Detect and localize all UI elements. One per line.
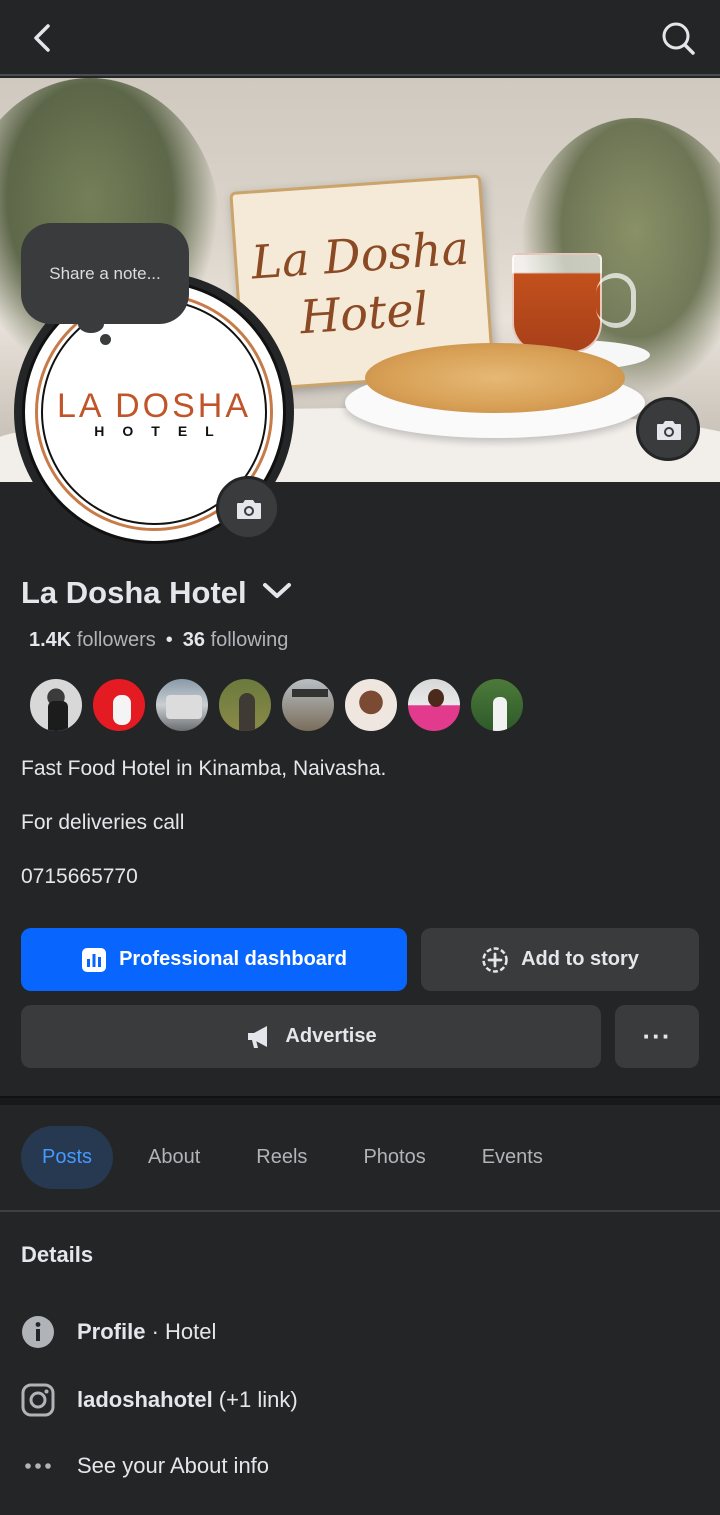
note-bubble-tail [78,315,104,333]
search-icon[interactable] [658,18,698,58]
cover-cup-handle [596,273,636,328]
instagram-extra-links: (+1 link) [212,1387,298,1412]
follower-avatar[interactable] [343,677,399,733]
followers-link[interactable]: 1.4K followers [29,629,156,651]
add-story-icon [482,946,508,973]
info-icon [21,1315,55,1349]
follower-avatar[interactable] [406,677,462,733]
following-label: following [210,629,289,651]
follower-avatar[interactable] [91,677,147,733]
detail-row-about[interactable]: See your About info [21,1449,269,1483]
instagram-icon [21,1383,55,1417]
megaphone-icon [248,1025,268,1048]
detail-row-profile: Profile · Hotel [21,1315,216,1349]
more-options-button[interactable]: ··· [615,1005,699,1068]
followers-label: followers [76,629,156,651]
chevron-down-icon[interactable] [261,580,293,607]
avatar-camera-button[interactable] [216,476,280,540]
following-link[interactable]: 36 following [183,629,289,651]
back-arrow-icon[interactable] [22,18,62,58]
bio-line-2: For deliveries call [21,811,185,834]
follower-avatar[interactable] [217,677,273,733]
stats-separator: • [165,629,173,651]
camera-icon [237,500,261,519]
avatar-logo-text: LA DOSHA [56,387,252,425]
see-about-info-link: See your About info [77,1453,270,1478]
profile-name-row[interactable]: La Dosha Hotel [21,575,293,611]
following-count: 36 [182,629,205,651]
cover-tea-cup [512,253,602,353]
follower-avatars [28,677,532,733]
profile-name: La Dosha Hotel [21,575,247,610]
detail-row-instagram[interactable]: ladoshahotel (+1 link) [21,1383,298,1417]
cover-camera-button[interactable] [636,397,700,461]
tabs-divider [0,1210,720,1212]
add-to-story-button[interactable]: Add to story [421,928,699,991]
cover-chapati [365,343,625,413]
advertise-label: Advertise [285,1025,377,1047]
tab-about[interactable]: About [127,1126,221,1189]
profile-tabs: Posts About Reels Photos Events [21,1126,578,1189]
share-note-bubble[interactable]: Share a note... [21,223,189,324]
details-heading: Details [21,1242,94,1267]
tab-posts[interactable]: Posts [21,1126,114,1189]
bio-line-1: Fast Food Hotel in Kinamba, Naivasha. [21,757,387,780]
section-divider [0,1096,720,1105]
bio-phone[interactable]: 0715665770 [21,865,138,889]
professional-dashboard-label: Professional dashboard [119,948,347,970]
follower-avatar[interactable] [28,677,84,733]
followers-count: 1.4K [29,629,72,651]
detail-profile-value: · Hotel [145,1319,217,1344]
follower-avatar[interactable] [280,677,336,733]
add-to-story-label: Add to story [521,948,639,970]
camera-icon [657,421,681,440]
tab-events[interactable]: Events [461,1126,564,1189]
top-bar [0,0,720,76]
follower-avatar[interactable] [154,677,210,733]
professional-dashboard-button[interactable]: Professional dashboard [21,928,407,991]
tab-photos[interactable]: Photos [342,1126,446,1189]
more-dots-icon [21,1449,55,1483]
note-bubble-tail-dot [100,334,111,345]
more-dots-icon: ··· [642,1021,672,1051]
bar-chart-icon [82,947,107,972]
advertise-button[interactable]: Advertise [21,1005,601,1068]
tab-reels[interactable]: Reels [235,1126,328,1189]
detail-profile-label: Profile [77,1319,146,1344]
instagram-handle: ladoshahotel [77,1387,213,1412]
profile-stats: 1.4K followers • 36 following [29,629,288,652]
avatar-logo-subtext: HOTEL [94,423,232,439]
follower-avatar[interactable] [469,677,525,733]
